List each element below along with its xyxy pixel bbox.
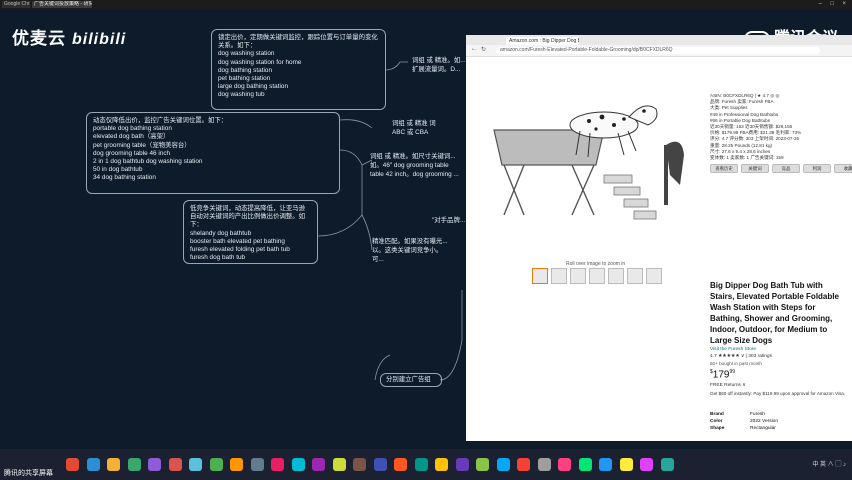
- product-image-dog-bath-station[interactable]: [484, 95, 704, 245]
- taskbar-app-icon[interactable]: [209, 458, 223, 471]
- product-specs: Brand Furesh Color 2022 Version Shape Recta…: [710, 411, 850, 432]
- taskbar-app-icon[interactable]: [640, 458, 653, 471]
- taskbar-app-icon[interactable]: [517, 458, 530, 471]
- taskbar-app-icon[interactable]: [537, 458, 551, 471]
- mindmap-node-dynamic-bidding[interactable]: 动态仅降低出价，监控广告关键词位置。如下： portable dog bathi…: [86, 112, 340, 194]
- taskbar-app-icon[interactable]: [578, 458, 592, 471]
- taskbar-app-icon[interactable]: [599, 458, 612, 471]
- mindmap-text-mid-b: 词组 或 精准。如尺寸关键词... 如。46" dog grooming tab…: [370, 153, 459, 178]
- taskbar-app-icon[interactable]: [660, 458, 674, 471]
- amazon-browser-window: Amazon.com : Big Dipper Dog Bath Tub ← ↻…: [466, 35, 852, 441]
- mindmap-text-mid-a: 词组 或 精准 词 ABC 或 CBA: [392, 120, 436, 136]
- visa-promo-text: Get $60 off instantly: Pay $119.99 upon …: [710, 391, 846, 396]
- taskbar-app-icon[interactable]: [230, 458, 243, 471]
- zoom-hint: Roll over image to zoom in: [566, 261, 626, 267]
- price-whole: 179: [712, 369, 730, 381]
- product-price: $17999: [710, 369, 736, 381]
- taskbar-app-icon[interactable]: [86, 458, 100, 471]
- taskbar-app-icon[interactable]: [414, 458, 428, 471]
- taskbar-app-icon[interactable]: [66, 458, 79, 471]
- mindmap-text-bottom: 精准匹配。如果没有曝光... 以。这类关键词竞争小。 可...: [372, 238, 448, 263]
- taskbar-app-icon[interactable]: [619, 458, 633, 471]
- product-rating[interactable]: 4.7 ★★★★★ ∨ | 303 ratings: [710, 354, 772, 359]
- image-thumbnails: [532, 268, 662, 284]
- taskbar-app-icon[interactable]: [107, 458, 120, 471]
- panel-button-favorite[interactable]: 收藏: [834, 164, 852, 174]
- thumbnail-6[interactable]: [627, 268, 643, 284]
- product-title: Big Dipper Dog Bath Tub with Stairs, Ele…: [710, 281, 839, 345]
- thumbnail-1[interactable]: [532, 268, 548, 284]
- taskbar-app-icon[interactable]: [496, 458, 510, 471]
- taskbar-app-icon[interactable]: [332, 458, 346, 471]
- spec-row: Shape Rectangular: [710, 426, 776, 431]
- thumbnail-3[interactable]: [570, 268, 586, 284]
- taskbar-app-icon[interactable]: [312, 458, 325, 471]
- mindmap-node-low-competition[interactable]: 低竞争关键词，动态提高降低，让亚马逊自动对关键词的产出比例做出价调整。如下： s…: [183, 200, 318, 264]
- taskbar-app-icon[interactable]: [558, 458, 571, 471]
- mindmap-text-top-right: 词组 或 精准。如... 扩展流量词。D...: [412, 57, 466, 73]
- amazon-tab[interactable]: Amazon.com : Big Dipper Dog Bath Tub: [506, 37, 579, 45]
- mindmap-node-positioning[interactable]: 锁定出价，定期做关键词监控，跟踪位置与订单量的变化关系。如下： dog wash…: [211, 29, 386, 110]
- taskbar-app-icon[interactable]: [250, 458, 264, 471]
- spec-row: Brand Furesh: [710, 412, 765, 417]
- thumbnail-5[interactable]: [608, 268, 624, 284]
- thumbnail-2[interactable]: [551, 268, 567, 284]
- panel-button-profit[interactable]: 利润: [803, 164, 831, 174]
- taskbar-app-icon[interactable]: [394, 458, 407, 471]
- taskbar-app-icon[interactable]: [353, 458, 366, 471]
- price-fraction: 99: [729, 369, 736, 375]
- store-link[interactable]: Visit the Furesh Store: [710, 347, 756, 352]
- mindmap-text-quote: "对手品牌...: [432, 217, 466, 224]
- panel-button-history[interactable]: 查看历史: [710, 164, 738, 174]
- amazon-tab-strip: Amazon.com : Big Dipper Dog Bath Tub: [466, 35, 852, 45]
- panel-button-row: 查看历史 关键词 竞品 利润 收藏: [710, 164, 852, 174]
- url-input[interactable]: amazon.com/Furesh-Elevated-Portable-Fold…: [496, 47, 820, 54]
- mindmap-node-adgroups[interactable]: 分别建立广告组: [380, 373, 442, 387]
- reload-icon[interactable]: ↻: [481, 46, 486, 53]
- system-tray[interactable]: 中 英 ∧ ▢ ♪: [812, 459, 846, 468]
- free-returns-link[interactable]: FREE Returns ∨: [710, 383, 746, 388]
- taskbar-app-icon[interactable]: [455, 458, 469, 471]
- taskbar-app-icon[interactable]: [168, 458, 182, 471]
- screen-share-label: 腾讯的共享屏幕: [4, 470, 53, 477]
- bought-count: 50+ bought in past month: [710, 361, 762, 366]
- taskbar-app-icon[interactable]: [271, 458, 284, 471]
- thumbnail-7[interactable]: [646, 268, 662, 284]
- panel-row: 变体数: 1 卖家数: 1 广告关键词: 159: [710, 155, 784, 161]
- panel-button-competitors[interactable]: 竞品: [772, 164, 800, 174]
- taskbar-app-icon[interactable]: [148, 458, 161, 471]
- spec-row: Color 2022 Version: [710, 419, 779, 424]
- taskbar-app-icon[interactable]: [476, 458, 489, 471]
- panel-button-keywords[interactable]: 关键词: [741, 164, 769, 174]
- taskbar-app-icon[interactable]: [373, 458, 387, 471]
- back-icon[interactable]: ←: [471, 46, 477, 52]
- dog-bath-tub-illustration: [493, 105, 684, 220]
- taskbar-app-icon[interactable]: [291, 458, 305, 471]
- thumbnail-4[interactable]: [589, 268, 605, 284]
- taskbar-app-icon[interactable]: [127, 458, 141, 471]
- address-bar: ← ↻ amazon.com/Furesh-Elevated-Portable-…: [466, 45, 852, 57]
- taskbar-app-icon[interactable]: [189, 458, 202, 471]
- taskbar-app-icon[interactable]: [435, 458, 448, 471]
- seller-tool-info-panel: ASIN: B0CFXDLR6Q | ★ 4.7 ◎ ◎ 品牌: Furesh …: [710, 93, 852, 269]
